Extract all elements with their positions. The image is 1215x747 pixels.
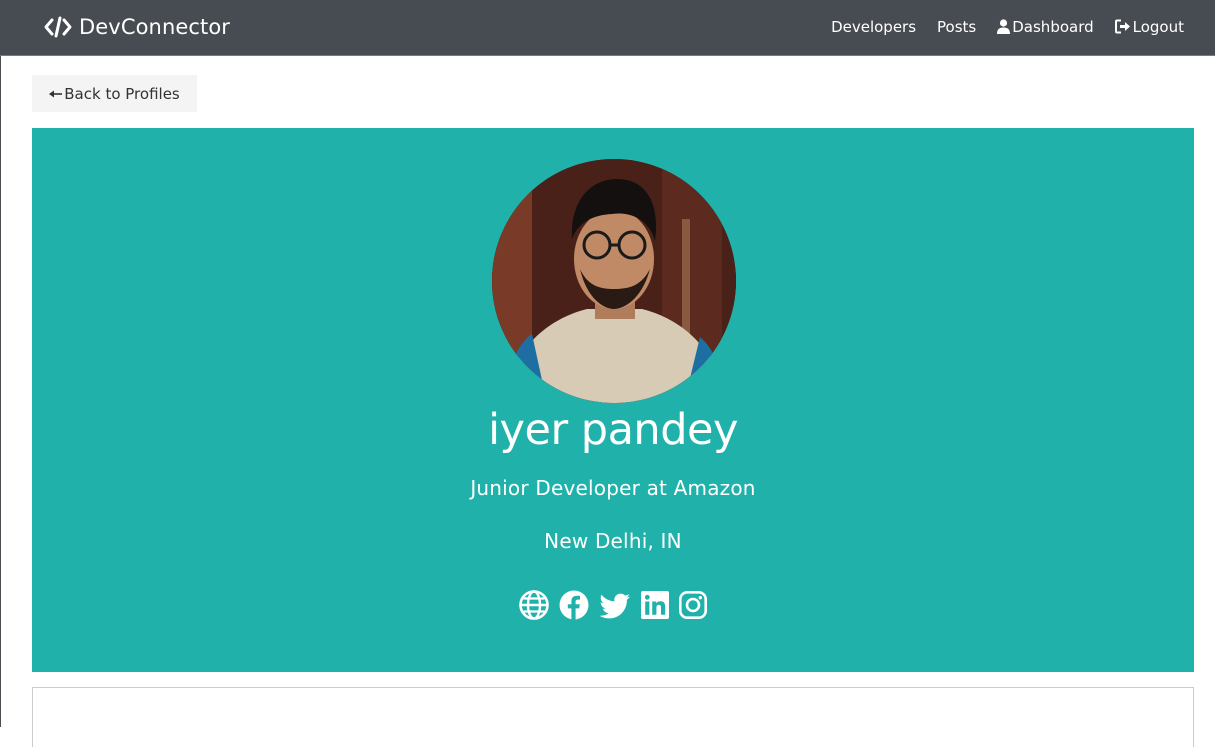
nav-dashboard[interactable]: Dashboard [997, 17, 1094, 36]
linkedin-icon[interactable] [641, 590, 669, 620]
profile-about-card [32, 687, 1194, 747]
arrow-left-icon [49, 85, 63, 103]
code-icon [44, 16, 72, 38]
window-left-border [0, 0, 1, 727]
avatar [492, 159, 736, 403]
nav-dashboard-label: Dashboard [1012, 17, 1094, 36]
brand-name: DevConnector [79, 15, 231, 39]
brand-link[interactable]: DevConnector [44, 13, 230, 41]
profile-name: iyer pandey [488, 405, 738, 455]
globe-icon[interactable] [519, 590, 549, 620]
profile-location: New Delhi, IN [544, 529, 682, 553]
nav-posts[interactable]: Posts [937, 18, 976, 36]
instagram-icon[interactable] [679, 590, 707, 620]
profile-title: Junior Developer at Amazon [470, 476, 756, 500]
social-links [32, 590, 1194, 620]
nav-developers[interactable]: Developers [831, 18, 916, 36]
navbar: DevConnector Developers Posts Dashboard [0, 0, 1215, 56]
facebook-icon[interactable] [559, 590, 589, 620]
nav-logout[interactable]: Logout [1114, 17, 1184, 36]
nav-developers-label: Developers [831, 17, 917, 36]
profile-header-card: iyer pandey Junior Developer at Amazon N… [32, 128, 1194, 672]
nav-logout-label: Logout [1132, 17, 1184, 36]
nav-links: Developers Posts Dashboard Logout [831, 0, 1184, 53]
back-to-profiles-label: Back to Profiles [64, 84, 180, 103]
nav-posts-label: Posts [937, 17, 977, 36]
sign-out-icon [1114, 19, 1131, 34]
user-icon [997, 19, 1011, 34]
twitter-icon[interactable] [599, 590, 631, 620]
back-to-profiles-button[interactable]: Back to Profiles [32, 75, 197, 112]
